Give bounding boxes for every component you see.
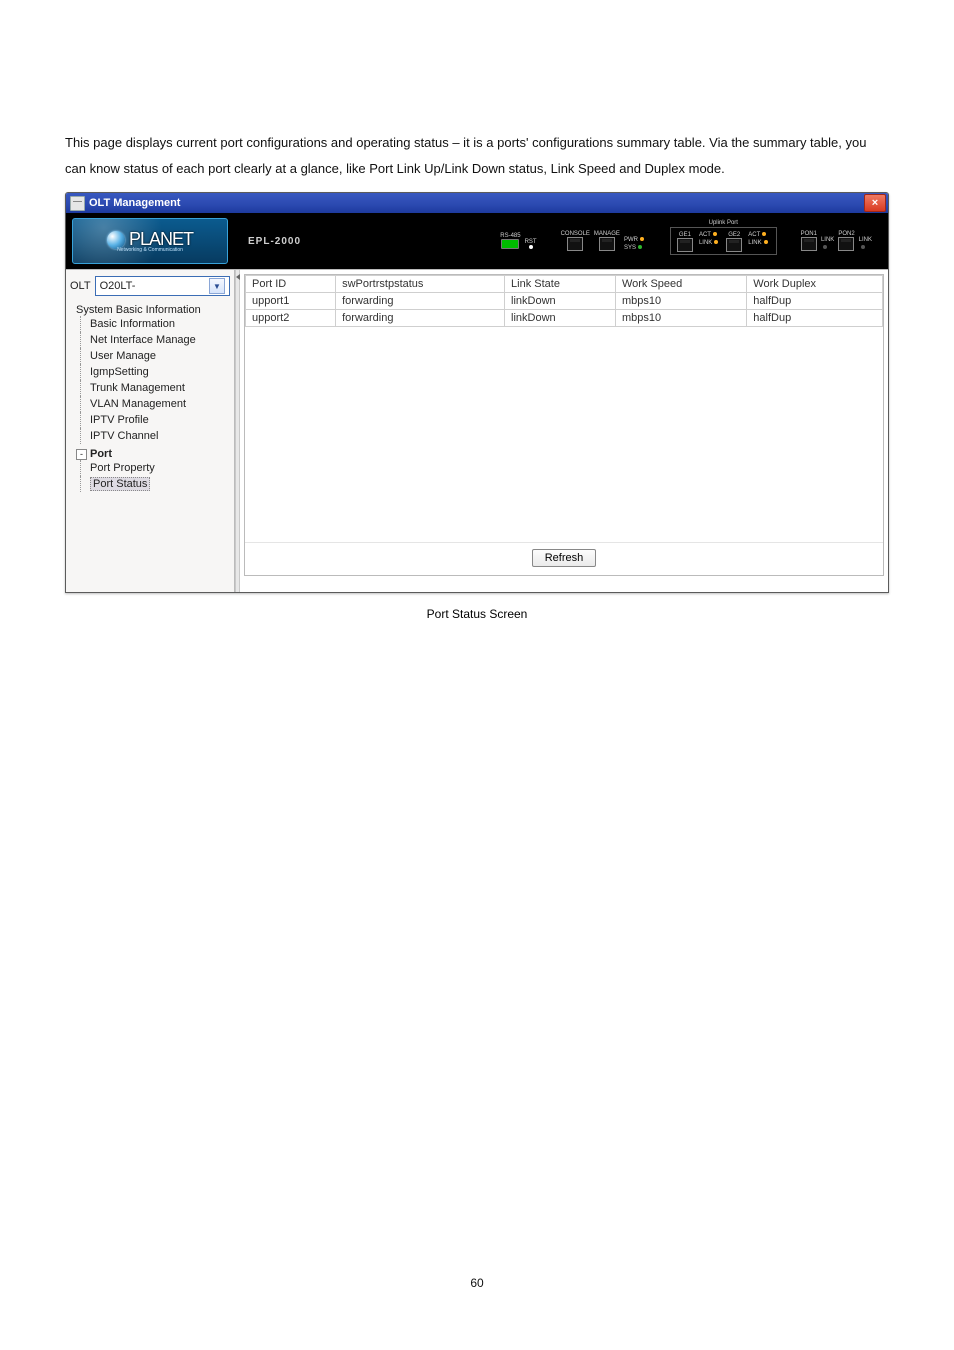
port-status-table: Port ID swPortrstpstatus Link State Work… xyxy=(245,275,883,327)
console-manage-group: CONSOLE MANAGE PWR SYS xyxy=(561,231,646,251)
pon1-led-icon xyxy=(823,245,827,249)
brand-logo-box: PLANET Networking & Communication xyxy=(72,218,228,264)
window-title: OLT Management xyxy=(89,197,180,209)
tree-item-trunk[interactable]: Trunk Management xyxy=(90,382,185,394)
tree-item-port[interactable]: Port xyxy=(90,448,112,460)
brand-orb-icon xyxy=(107,231,125,249)
cell: linkDown xyxy=(505,310,616,327)
ge2-port-icon xyxy=(726,238,742,252)
refresh-button[interactable]: Refresh xyxy=(532,549,597,567)
uplink-port-group: Uplink Port GE1 ACT LINK GE2 ACT xyxy=(670,227,777,255)
window-title-bar: OLT Management × xyxy=(66,193,888,213)
pwr-label: PWR xyxy=(624,237,638,243)
pon1-link-label: LINK xyxy=(821,237,834,243)
ge2-link-led-icon xyxy=(764,240,768,244)
pon2-port-icon xyxy=(838,237,854,251)
sys-label: SYS xyxy=(624,245,636,251)
window-icon xyxy=(70,196,85,211)
ge1-port-icon xyxy=(677,238,693,252)
tree-item-iptv-channel[interactable]: IPTV Channel xyxy=(90,430,158,442)
tree-item-port-property[interactable]: Port Property xyxy=(90,462,155,474)
pon2-led-icon xyxy=(861,245,865,249)
device-header-panel: PLANET Networking & Communication EPL-20… xyxy=(66,213,888,269)
tree-root[interactable]: System Basic Information xyxy=(76,304,201,316)
ge1-act-led-icon xyxy=(713,232,717,236)
rs485-port-group: RS-485 RST xyxy=(500,233,536,249)
cell: forwarding xyxy=(336,310,505,327)
ge1-act-label: ACT xyxy=(699,232,711,238)
cell: halfDup xyxy=(747,310,883,327)
app-window: OLT Management × PLANET Networking & Com… xyxy=(65,192,889,593)
pon-port-group: PON1 LINK PON2 LINK xyxy=(801,231,872,251)
figure-caption: Port Status Screen xyxy=(65,607,889,621)
ge1-link-led-icon xyxy=(714,240,718,244)
rs485-port-icon xyxy=(501,239,519,249)
uplink-label: Uplink Port xyxy=(707,220,740,226)
tree-item-port-status[interactable]: Port Status xyxy=(90,477,150,491)
page-number: 60 xyxy=(0,1276,954,1290)
manage-port-icon xyxy=(599,237,615,251)
cell: mbps10 xyxy=(615,293,746,310)
col-work-duplex: Work Duplex xyxy=(747,276,883,293)
cell: upport1 xyxy=(246,293,336,310)
cell: halfDup xyxy=(747,293,883,310)
main-panel: Port ID swPortrstpstatus Link State Work… xyxy=(240,270,888,592)
col-work-speed: Work Speed xyxy=(615,276,746,293)
col-rstp-status: swPortrstpstatus xyxy=(336,276,505,293)
device-model: EPL-2000 xyxy=(248,236,301,247)
tree-item-igmp[interactable]: IgmpSetting xyxy=(90,366,149,378)
olt-label: OLT xyxy=(70,280,91,292)
nav-tree: System Basic Information Basic Informati… xyxy=(70,302,230,494)
sys-led-icon xyxy=(638,245,642,249)
cell: mbps10 xyxy=(615,310,746,327)
tree-item-net-interface[interactable]: Net Interface Manage xyxy=(90,334,196,346)
olt-dropdown-value: O20LT- xyxy=(100,280,136,292)
rst-led-icon xyxy=(529,245,533,249)
table-row[interactable]: upport1 forwarding linkDown mbps10 halfD… xyxy=(246,293,883,310)
pwr-led-icon xyxy=(640,237,644,241)
col-link-state: Link State xyxy=(505,276,616,293)
ge2-act-label: ACT xyxy=(748,232,760,238)
tree-item-vlan[interactable]: VLAN Management xyxy=(90,398,186,410)
olt-dropdown[interactable]: O20LT- ▼ xyxy=(95,276,230,296)
tree-item-iptv-profile[interactable]: IPTV Profile xyxy=(90,414,149,426)
chevron-down-icon: ▼ xyxy=(209,278,225,294)
table-row[interactable]: upport2 forwarding linkDown mbps10 halfD… xyxy=(246,310,883,327)
ge1-link-label: LINK xyxy=(699,240,712,246)
sidebar: OLT O20LT- ▼ System Basic Information Ba… xyxy=(66,270,235,592)
pon2-link-label: LINK xyxy=(859,237,872,243)
tree-item-basic-info[interactable]: Basic Information xyxy=(90,318,175,330)
cell: upport2 xyxy=(246,310,336,327)
window-close-button[interactable]: × xyxy=(864,194,886,212)
col-port-id: Port ID xyxy=(246,276,336,293)
cell: forwarding xyxy=(336,293,505,310)
splitter-handle[interactable] xyxy=(235,270,240,592)
tree-collapse-icon[interactable]: - xyxy=(76,449,87,460)
ge2-link-label: LINK xyxy=(748,240,761,246)
pon1-port-icon xyxy=(801,237,817,251)
table-header-row: Port ID swPortrstpstatus Link State Work… xyxy=(246,276,883,293)
tree-item-user-manage[interactable]: User Manage xyxy=(90,350,156,362)
intro-paragraph: This page displays current port configur… xyxy=(65,130,889,182)
cell: linkDown xyxy=(505,293,616,310)
ge2-act-led-icon xyxy=(762,232,766,236)
brand-subtitle: Networking & Communication xyxy=(117,247,183,253)
console-port-icon xyxy=(567,237,583,251)
